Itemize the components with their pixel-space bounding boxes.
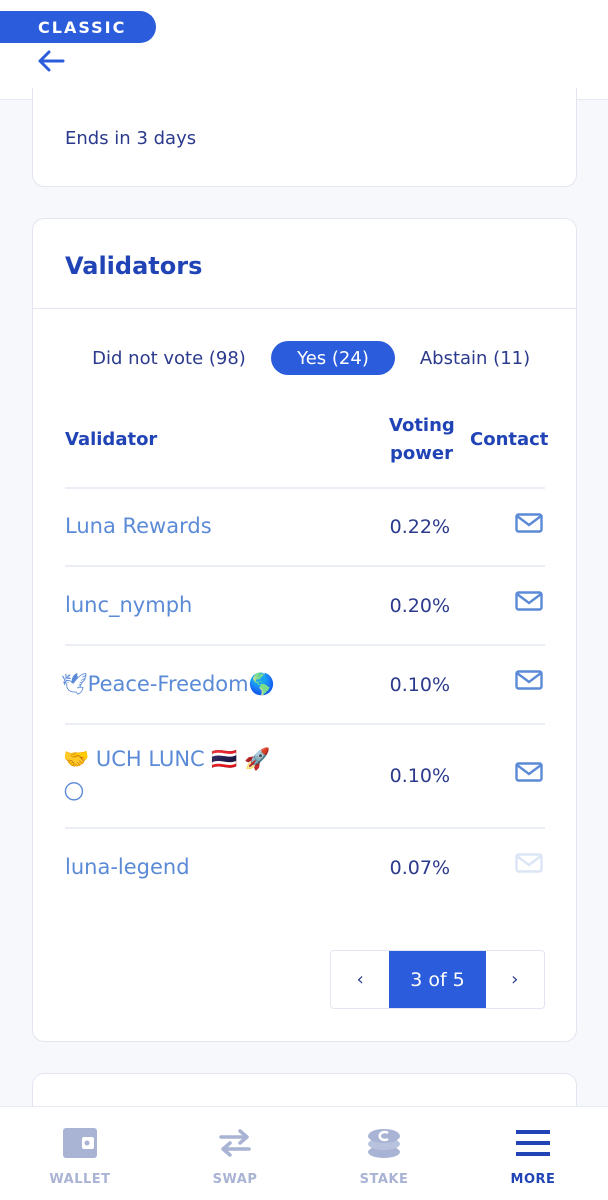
mail-icon-disabled (515, 853, 543, 873)
row-divider (65, 827, 545, 829)
prev-page-button[interactable]: ‹ (331, 951, 389, 1008)
voting-power: 0.07% (389, 857, 450, 879)
row-divider (65, 487, 545, 489)
validator-name-link[interactable]: luna-legend (65, 850, 190, 884)
classic-badge: CLASSIC (0, 11, 156, 43)
bottom-nav: WALLET SWAP STAKE MORE (0, 1106, 608, 1200)
validator-name-link[interactable]: 🤝 UCH LUNC 🇹🇭 🚀 (63, 742, 270, 776)
validator-name-link-continued[interactable]: 🌕 (63, 775, 85, 809)
swap-icon (215, 1123, 255, 1163)
next-page-button[interactable]: › (486, 951, 544, 1008)
pagination: ‹ 3 of 5 › (330, 950, 545, 1009)
mail-icon[interactable] (515, 513, 543, 533)
voting-power: 0.20% (389, 595, 450, 617)
arrow-left-icon (38, 50, 65, 72)
mail-icon[interactable] (515, 762, 543, 782)
tab-yes[interactable]: Yes (24) (271, 341, 395, 375)
column-header-contact: Contact (470, 429, 549, 450)
nav-label-stake: STAKE (359, 1172, 409, 1187)
row-divider (65, 565, 545, 567)
validator-name-link[interactable]: lunc_nymph (65, 588, 192, 622)
top-bar: CLASSIC (0, 0, 608, 100)
row-divider (65, 723, 545, 725)
wallet-icon (60, 1123, 100, 1163)
stake-coins-icon (364, 1123, 404, 1163)
row-divider (65, 644, 545, 646)
divider (33, 308, 576, 309)
vote-filter-tabs: Did not vote (98) Yes (24) Abstain (11) (33, 341, 576, 375)
column-header-voting: Voting (389, 415, 455, 436)
nav-label-wallet: WALLET (49, 1172, 111, 1187)
validator-name-link[interactable]: Luna Rewards (65, 509, 212, 543)
ends-in-text: Ends in 3 days (65, 128, 197, 149)
tab-abstain[interactable]: Abstain (11) (409, 341, 541, 375)
mail-icon[interactable] (515, 670, 543, 690)
nav-label-swap: SWAP (212, 1172, 258, 1187)
column-header-validator: Validator (65, 429, 158, 450)
voting-power: 0.10% (389, 765, 450, 787)
mail-icon[interactable] (515, 591, 543, 611)
proposal-card: Ends in 3 days (32, 88, 577, 187)
voting-power: 0.22% (389, 516, 450, 538)
nav-wallet[interactable]: WALLET (20, 1123, 140, 1193)
nav-stake[interactable]: STAKE (324, 1123, 444, 1193)
validators-card: Validators Did not vote (98) Yes (24) Ab… (32, 218, 577, 1042)
nav-label-more: MORE (510, 1172, 556, 1187)
current-page-indicator: 3 of 5 (389, 951, 486, 1008)
validators-title: Validators (65, 252, 203, 280)
voting-power: 0.10% (389, 674, 450, 696)
menu-icon (513, 1123, 553, 1163)
column-header-power: power (390, 443, 453, 464)
tab-did-not-vote[interactable]: Did not vote (98) (75, 341, 263, 375)
back-button[interactable] (34, 46, 68, 76)
nav-swap[interactable]: SWAP (175, 1123, 295, 1193)
nav-more[interactable]: MORE (473, 1123, 593, 1193)
validator-name-link[interactable]: 🕊Peace-Freedom🌎 (61, 667, 275, 701)
